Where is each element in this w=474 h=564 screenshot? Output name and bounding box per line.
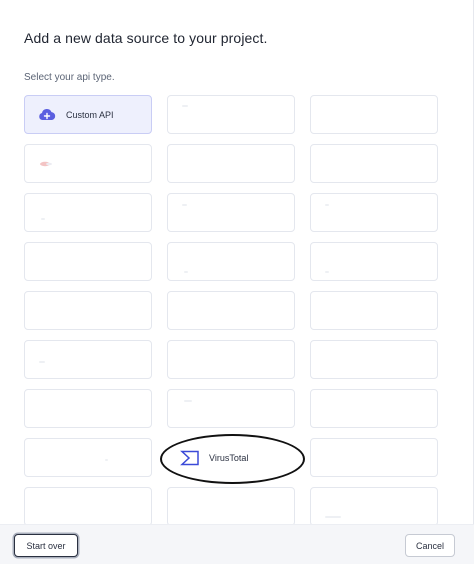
api-card[interactable] [167, 291, 295, 330]
faint-logo [105, 459, 108, 461]
start-over-button[interactable]: Start over [14, 534, 78, 557]
faint-logo [184, 271, 188, 273]
api-card[interactable] [310, 487, 438, 525]
api-card[interactable] [167, 193, 295, 232]
api-card[interactable] [310, 291, 438, 330]
api-card-virustotal[interactable]: VirusTotal [167, 438, 295, 477]
api-card-custom-api[interactable]: Custom API [24, 95, 152, 134]
api-card[interactable] [310, 242, 438, 281]
api-card[interactable] [310, 144, 438, 183]
faint-logo [182, 204, 187, 206]
api-card[interactable] [24, 438, 152, 477]
api-card-label: VirusTotal [209, 452, 249, 463]
api-card[interactable] [24, 193, 152, 232]
api-card[interactable] [167, 340, 295, 379]
cloud-plus-icon [37, 108, 57, 122]
add-data-source-dialog: Add a new data source to your project. S… [0, 0, 474, 564]
api-card[interactable] [24, 389, 152, 428]
dialog-footer: Start over Cancel [0, 524, 474, 564]
api-card[interactable] [24, 242, 152, 281]
faint-logo-icon [37, 157, 57, 171]
api-card-label: Custom API [66, 109, 114, 120]
api-card[interactable] [310, 438, 438, 477]
api-card[interactable] [167, 95, 295, 134]
api-type-grid: Custom API VirusTotal [24, 95, 438, 525]
faint-logo [325, 516, 341, 518]
api-card[interactable] [310, 389, 438, 428]
faint-logo [184, 400, 192, 402]
api-card[interactable] [310, 95, 438, 134]
cancel-button[interactable]: Cancel [405, 534, 455, 557]
faint-logo [182, 105, 188, 107]
faint-logo [325, 204, 329, 206]
api-card[interactable] [167, 487, 295, 525]
faint-logo [41, 218, 45, 220]
api-card[interactable] [24, 291, 152, 330]
faint-logo [39, 361, 45, 363]
api-card[interactable] [310, 340, 438, 379]
api-card[interactable] [167, 144, 295, 183]
api-card[interactable] [24, 144, 152, 183]
virustotal-sigma-icon [180, 450, 200, 465]
dialog-subtitle: Select your api type. [24, 72, 115, 83]
api-card[interactable] [24, 487, 152, 525]
dialog-title: Add a new data source to your project. [24, 30, 268, 46]
api-card[interactable] [310, 193, 438, 232]
api-card[interactable] [167, 242, 295, 281]
api-card[interactable] [167, 389, 295, 428]
api-card[interactable] [24, 340, 152, 379]
faint-logo [325, 271, 329, 273]
